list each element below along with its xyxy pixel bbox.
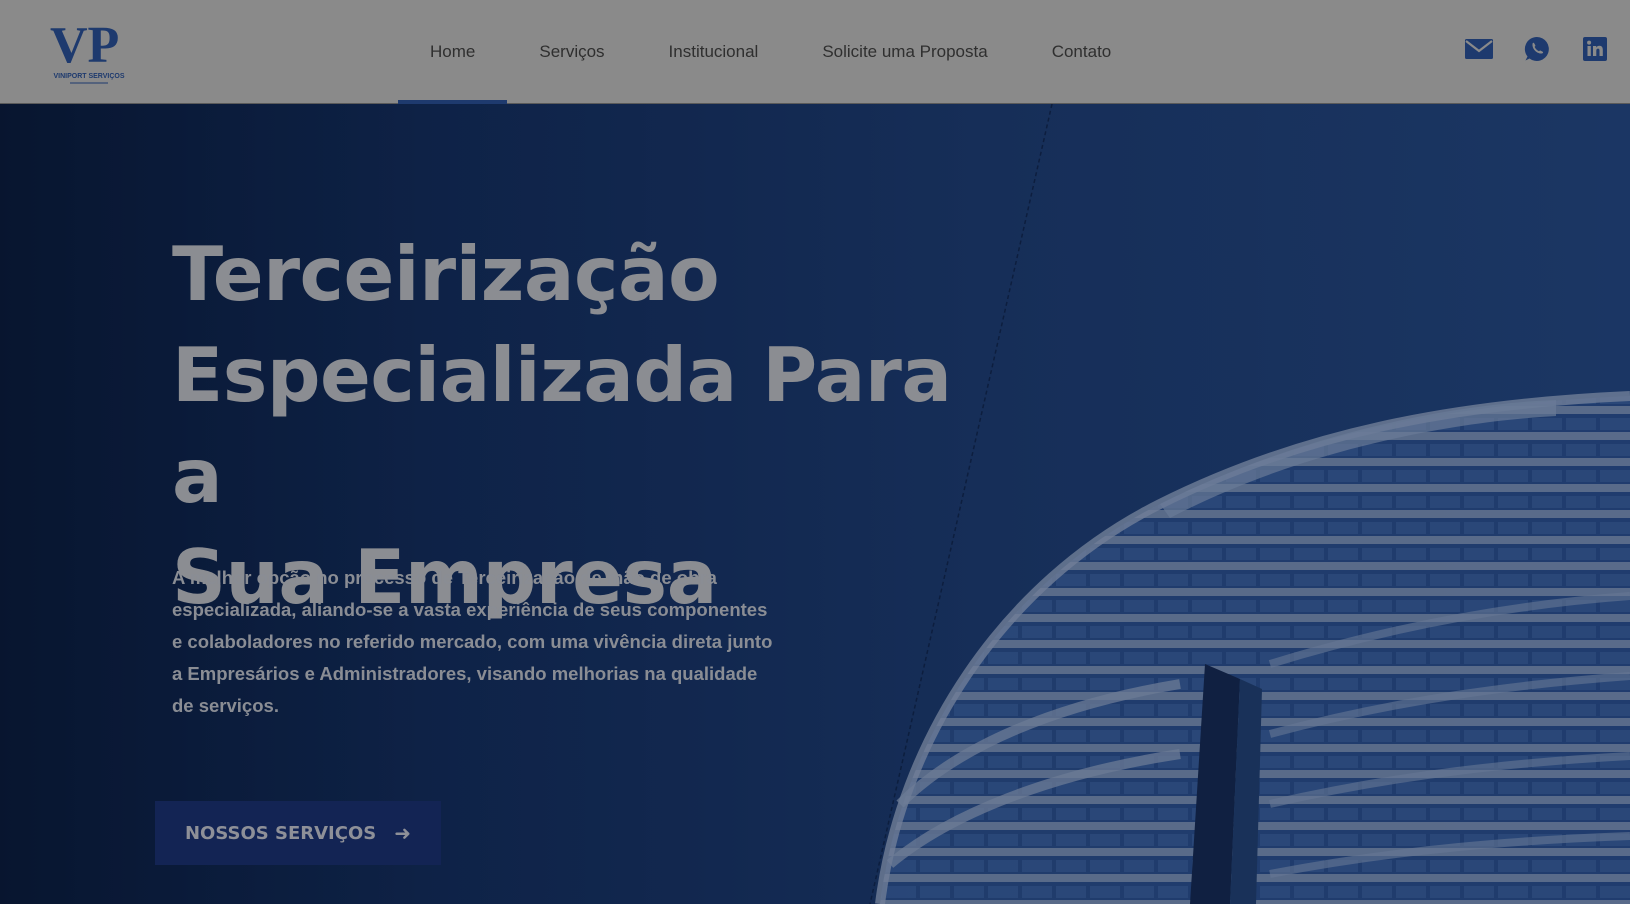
headline-line-1: Terceirização [172,230,720,318]
nav-item-servicos[interactable]: Serviços [507,0,636,104]
logo-subtitle: VINIPORT SERVIÇOS [53,73,124,80]
logo-graphic: VP VINIPORT SERVIÇOS [50,17,125,84]
social-links [1464,34,1610,64]
nav-item-institucional[interactable]: Institucional [637,0,791,104]
nav-item-home[interactable]: Home [398,0,508,104]
linkedin-icon[interactable] [1580,34,1610,64]
site-header: VP VINIPORT SERVIÇOS Home Serviços Insti… [0,0,1630,104]
nav-item-proposta[interactable]: Solicite uma Proposta [790,0,1019,104]
logo-letters: VP [50,17,119,74]
mail-icon[interactable] [1464,34,1494,64]
cta-label: NOSSOS SERVIÇOS [184,822,377,844]
hero-section: Terceirização Especializada Para a Sua E… [0,104,1630,904]
nav-item-contato[interactable]: Contato [1020,0,1144,104]
whatsapp-icon[interactable] [1522,34,1552,64]
nossos-servicos-button[interactable]: NOSSOS SERVIÇOS ➜ [155,801,441,865]
hero-description: A melhor opção no processo de Terceiriza… [172,567,773,716]
main-nav: Home Serviços Institucional Solicite uma… [398,0,1143,104]
headline-line-2: Especializada Para a [172,331,952,520]
viniport-logo[interactable]: VP VINIPORT SERVIÇOS [44,12,134,90]
arrow-right-icon: ➜ [394,821,411,845]
